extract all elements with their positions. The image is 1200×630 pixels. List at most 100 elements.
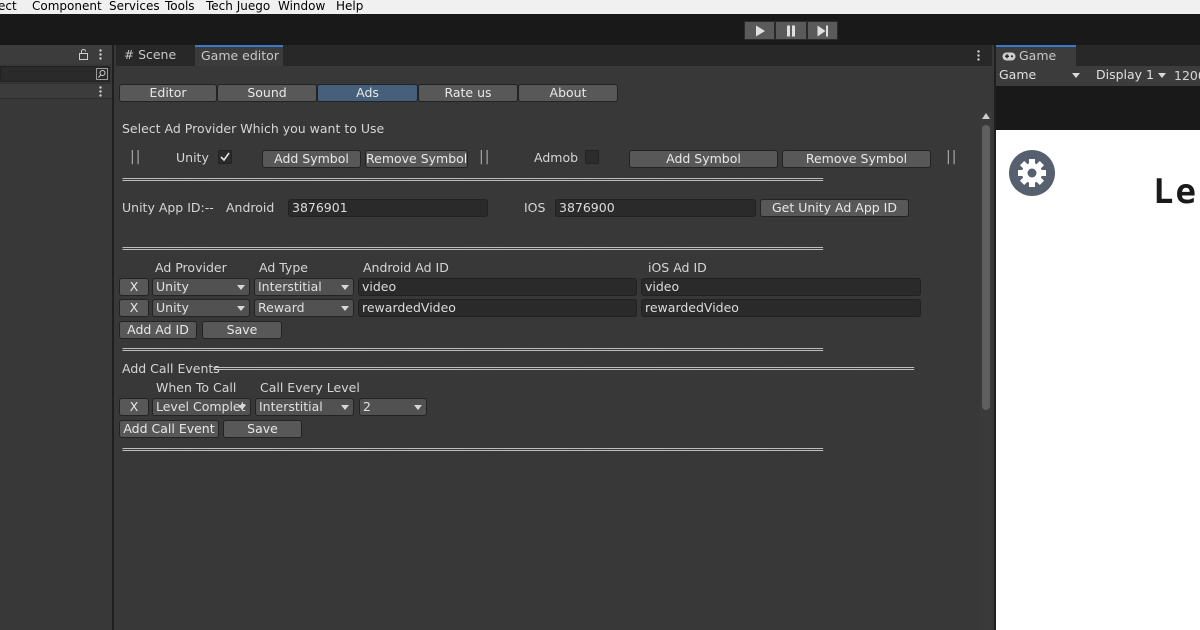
remove-call-event-button[interactable]: X bbox=[119, 398, 149, 416]
android-label: Android bbox=[226, 200, 275, 215]
game-view-toolbar: Game Display 1 1200 bbox=[996, 66, 1200, 86]
hierarchy-panel bbox=[0, 45, 114, 630]
android-app-id-field[interactable]: 3876901 bbox=[288, 199, 488, 217]
resolution-select[interactable]: 1200 bbox=[1174, 68, 1200, 83]
main-toolbar bbox=[0, 14, 1200, 45]
tab-scene-label: Scene bbox=[138, 47, 177, 62]
menu-item-services[interactable]: Services bbox=[109, 0, 160, 12]
kebab-menu-icon[interactable] bbox=[99, 86, 102, 97]
pause-icon bbox=[787, 25, 795, 36]
play-icon bbox=[755, 25, 765, 36]
search-options-icon[interactable] bbox=[96, 68, 108, 80]
dropdown-value: Interstitial bbox=[259, 399, 323, 414]
scroll-up-icon[interactable] bbox=[982, 113, 990, 119]
android-ad-id-field[interactable]: video bbox=[358, 278, 637, 296]
display-select-dropdown[interactable]: Display 1 bbox=[1090, 67, 1170, 85]
ios-label: IOS bbox=[524, 200, 546, 215]
add-call-event-button[interactable]: Add Call Event bbox=[119, 420, 219, 438]
menu-item-tech-juego[interactable]: Tech Juego bbox=[206, 0, 270, 12]
ios-app-id-field[interactable]: 3876900 bbox=[555, 199, 756, 217]
ad-type-header: Ad Type bbox=[259, 260, 308, 275]
dropdown-value: Interstitial bbox=[258, 279, 322, 294]
save-call-events-button[interactable]: Save bbox=[223, 420, 302, 438]
play-button[interactable] bbox=[744, 21, 775, 40]
dropdown-value: 2 bbox=[363, 399, 371, 414]
checkmark-icon bbox=[220, 152, 230, 162]
ad-type-dropdown[interactable]: Reward bbox=[254, 299, 354, 317]
call-events-heading: Add Call Events bbox=[122, 361, 220, 376]
get-unity-app-id-button[interactable]: Get Unity Ad App ID bbox=[760, 199, 909, 217]
menu-item-component[interactable]: Component bbox=[32, 0, 102, 12]
nav-about-button[interactable]: About bbox=[518, 84, 618, 102]
game-title-text: Le bbox=[1153, 172, 1198, 212]
view-select-dropdown[interactable]: Game bbox=[996, 67, 1084, 85]
call-every-level-dropdown[interactable]: 2 bbox=[359, 398, 427, 416]
nav-ads-button[interactable]: Ads bbox=[317, 84, 418, 102]
ios-ad-id-field[interactable]: rewardedVideo bbox=[641, 299, 921, 317]
remove-ad-row-button[interactable]: X bbox=[119, 278, 149, 296]
ad-type-dropdown[interactable]: Interstitial bbox=[254, 278, 354, 296]
kebab-menu-icon[interactable] bbox=[99, 49, 102, 60]
unity-checkbox[interactable] bbox=[218, 150, 232, 164]
call-every-level-header: Call Every Level bbox=[260, 380, 360, 395]
ios-ad-id-field[interactable]: video bbox=[641, 278, 921, 296]
chevron-down-icon bbox=[237, 306, 245, 311]
ios-ad-id-header: iOS Ad ID bbox=[648, 260, 707, 275]
chevron-down-icon bbox=[414, 405, 422, 410]
step-button[interactable] bbox=[807, 21, 838, 40]
dropdown-value: Unity bbox=[156, 300, 189, 315]
add-ad-id-button[interactable]: Add Ad ID bbox=[119, 321, 197, 339]
column-divider: || bbox=[479, 149, 491, 165]
admob-add-symbol-button[interactable]: Add Symbol bbox=[629, 150, 778, 168]
gear-icon[interactable] bbox=[1008, 149, 1056, 197]
ad-provider-dropdown[interactable]: Unity bbox=[152, 299, 250, 317]
chevron-down-icon bbox=[237, 285, 245, 290]
save-ads-button[interactable]: Save bbox=[202, 321, 282, 339]
dropdown-value: Level Complet bbox=[156, 399, 246, 414]
chevron-down-icon bbox=[341, 285, 349, 290]
game-editor-window: # Scene Game editor Editor Sound Ads Rate… bbox=[116, 45, 992, 630]
pause-button[interactable] bbox=[775, 21, 807, 40]
nav-rate-us-button[interactable]: Rate us bbox=[418, 84, 518, 102]
call-ad-type-dropdown[interactable]: Interstitial bbox=[255, 398, 354, 416]
when-to-call-dropdown[interactable]: Level Complet bbox=[152, 398, 251, 416]
admob-remove-symbol-button[interactable]: Remove Symbol bbox=[782, 150, 931, 168]
ad-provider-dropdown[interactable]: Unity bbox=[152, 278, 250, 296]
when-to-call-header: When To Call bbox=[156, 380, 237, 395]
android-ad-id-field[interactable]: rewardedVideo bbox=[358, 299, 637, 317]
separator-line: ========================================… bbox=[122, 242, 824, 255]
menu-item-tools[interactable]: Tools bbox=[165, 0, 195, 12]
tab-game-label: Game bbox=[1019, 48, 1057, 63]
lock-icon[interactable] bbox=[79, 49, 88, 60]
nav-editor-button[interactable]: Editor bbox=[119, 84, 217, 102]
unity-provider-label: Unity bbox=[176, 150, 209, 165]
menu-item-help[interactable]: Help bbox=[336, 0, 363, 12]
nav-sound-button[interactable]: Sound bbox=[217, 84, 317, 102]
hash-icon: # bbox=[124, 48, 135, 62]
kebab-menu-icon[interactable] bbox=[977, 50, 980, 61]
menu-item-window[interactable]: Window bbox=[278, 0, 325, 12]
unity-remove-symbol-button[interactable]: Remove Symbol bbox=[365, 150, 468, 168]
admob-provider-label: Admob bbox=[534, 150, 579, 165]
tab-scene[interactable]: # Scene bbox=[118, 45, 194, 66]
provider-heading: Select Ad Provider Which you want to Use bbox=[122, 121, 385, 136]
scrollbar-thumb[interactable] bbox=[982, 125, 990, 410]
game-view-letterbox bbox=[996, 86, 1200, 130]
tab-game-editor[interactable]: Game editor bbox=[195, 45, 283, 66]
dropdown-value: Reward bbox=[258, 300, 305, 315]
unity-add-symbol-button[interactable]: Add Symbol bbox=[262, 150, 361, 168]
unity-app-id-label: Unity App ID:-- bbox=[122, 200, 214, 215]
menu-item-project[interactable]: ect bbox=[0, 0, 17, 12]
tab-game[interactable]: Game bbox=[996, 45, 1076, 66]
remove-ad-row-button[interactable]: X bbox=[119, 299, 149, 317]
hierarchy-search-input[interactable] bbox=[0, 66, 110, 82]
gamepad-icon bbox=[1002, 52, 1016, 61]
column-divider: || bbox=[946, 149, 958, 165]
ad-provider-header: Ad Provider bbox=[155, 260, 227, 275]
admob-checkbox[interactable] bbox=[585, 150, 599, 164]
separator-line: ========================================… bbox=[213, 362, 915, 375]
game-view-canvas[interactable]: Le bbox=[996, 130, 1200, 630]
chevron-down-icon bbox=[1158, 73, 1166, 78]
column-divider: || bbox=[130, 149, 142, 165]
hierarchy-row[interactable] bbox=[0, 83, 112, 99]
